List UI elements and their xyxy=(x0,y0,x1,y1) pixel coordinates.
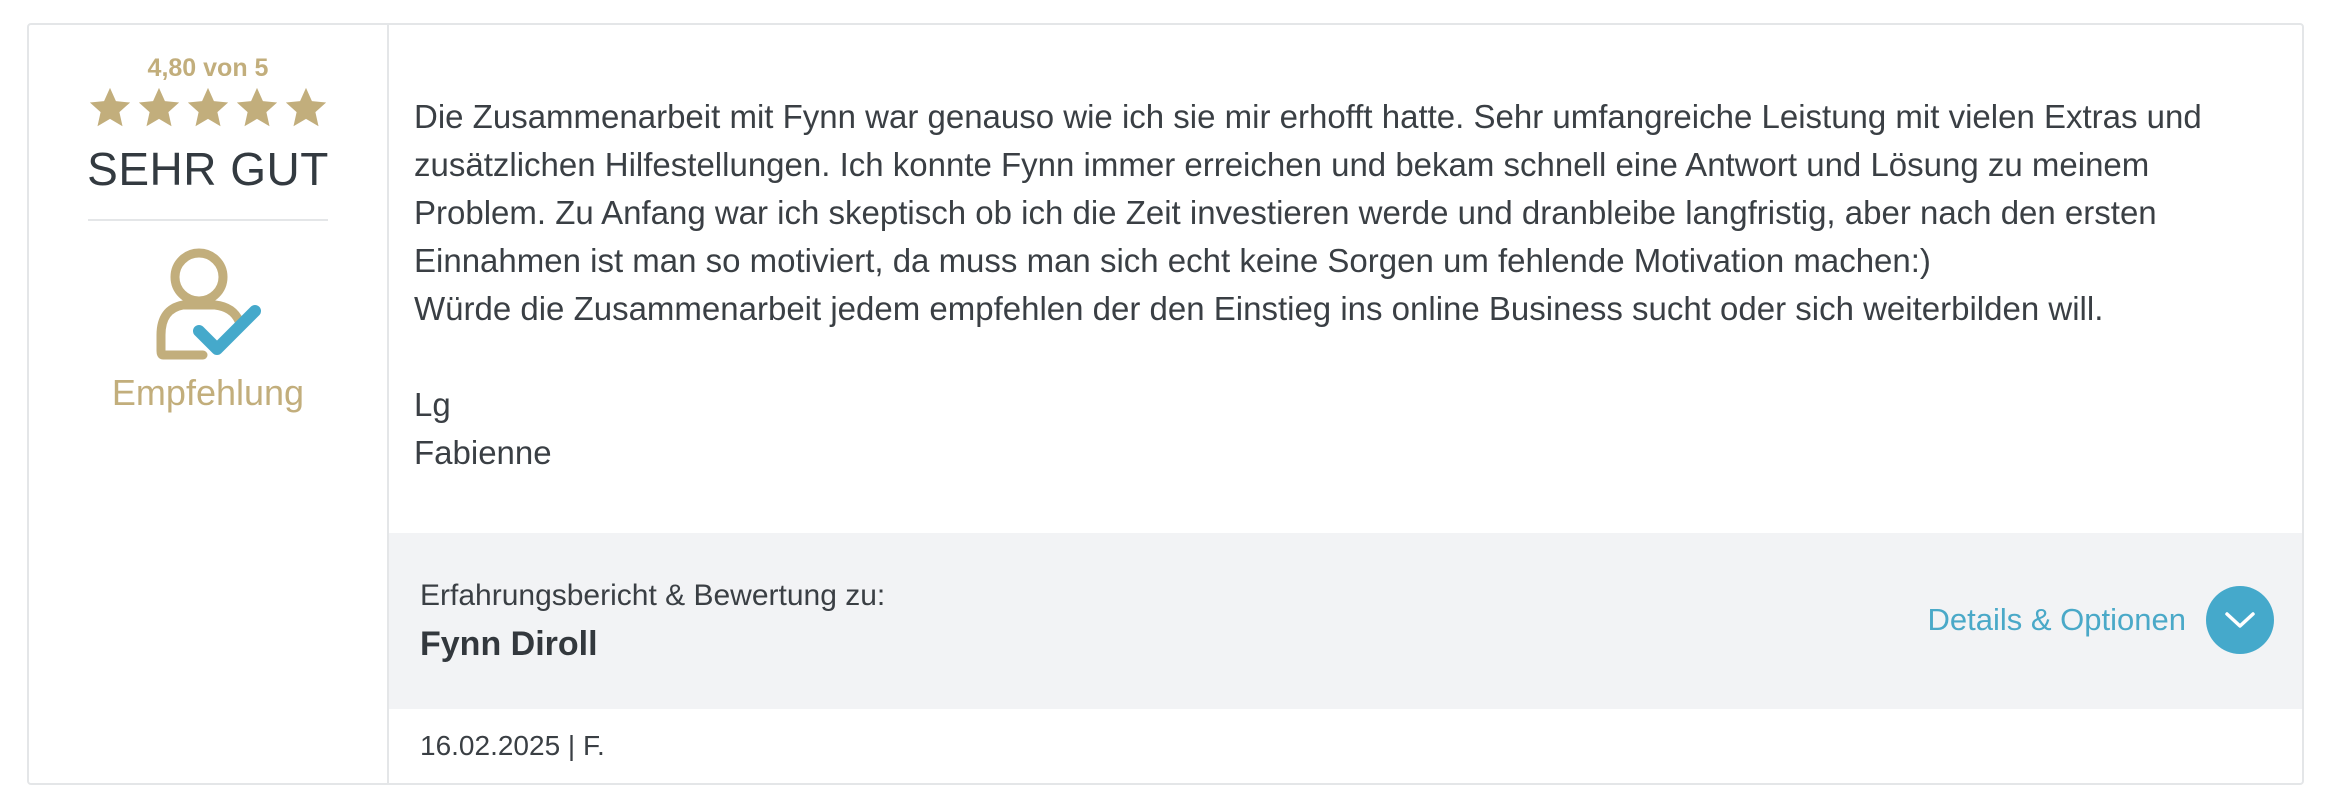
review-subject: Erfahrungsbericht & Bewertung zu: Fynn D… xyxy=(420,576,885,666)
review-meta-bar: Erfahrungsbericht & Bewertung zu: Fynn D… xyxy=(389,533,2302,709)
chevron-down-icon xyxy=(2225,612,2255,628)
review-subject-caption: Erfahrungsbericht & Bewertung zu: xyxy=(420,579,886,612)
star-icon xyxy=(285,87,327,127)
rating-score: 4,80 von 5 xyxy=(147,54,269,82)
review-footer: 16.02.2025 | F. xyxy=(389,709,2302,783)
review-card: 4,80 von 5 SEHR GUT Empfehlung Die Zusam… xyxy=(27,23,2304,785)
details-options-label[interactable]: Details & Optionen xyxy=(1928,600,2186,640)
details-options-toggle[interactable] xyxy=(2206,586,2274,654)
rating-panel: 4,80 von 5 SEHR GUT Empfehlung xyxy=(29,25,389,783)
review-subject-name: Fynn Diroll xyxy=(420,625,598,663)
review-date-author: 16.02.2025 | F. xyxy=(420,730,605,761)
recommendation-label: Empfehlung xyxy=(111,372,305,413)
star-icon xyxy=(236,87,278,127)
star-icon xyxy=(89,87,131,127)
details-options-button[interactable]: Details & Optionen xyxy=(1928,586,2274,654)
review-content: Die Zusammenarbeit mit Fynn war genauso … xyxy=(389,25,2302,783)
user-check-icon xyxy=(156,248,261,360)
star-rating xyxy=(87,85,329,131)
star-icon xyxy=(138,87,180,127)
rating-verdict: SEHR GUT xyxy=(87,143,329,195)
divider xyxy=(88,219,328,221)
review-text: Die Zusammenarbeit mit Fynn war genauso … xyxy=(414,98,2202,471)
star-icon xyxy=(187,87,229,127)
